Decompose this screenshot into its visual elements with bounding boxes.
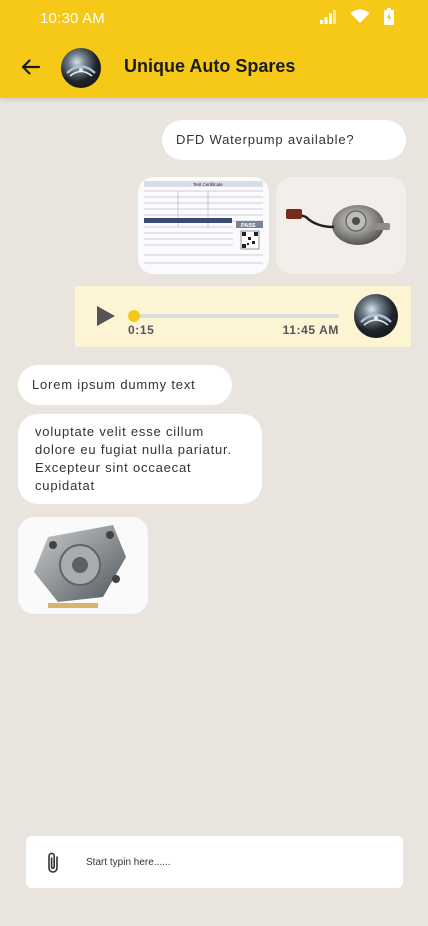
audio-scrubber-handle[interactable] — [128, 310, 140, 322]
message-timestamp: 11:45 AM — [282, 323, 339, 337]
message-input[interactable] — [86, 848, 386, 876]
contact-name[interactable]: Unique Auto Spares — [124, 56, 295, 77]
status-bar: 10:30 AM — [0, 0, 428, 38]
message-composer — [26, 836, 403, 888]
image-attachment-certificate[interactable]: Test Certificate PASS — [138, 177, 269, 274]
audio-elapsed: 0:15 — [128, 323, 155, 337]
back-arrow-icon[interactable] — [18, 54, 44, 80]
message-bubble-incoming[interactable]: voluptate velit esse cillum dolore eu fu… — [18, 414, 262, 504]
app-header: 10:30 AM Unique Auto Spares — [0, 0, 428, 98]
audio-progress-track[interactable] — [129, 314, 339, 318]
image-attachment-water-pump[interactable] — [276, 177, 406, 274]
certificate-stamp: PASS — [241, 223, 256, 229]
certificate-title: Test Certificate — [193, 182, 223, 187]
water-pump-part-icon — [286, 205, 390, 245]
car-logo-icon — [66, 65, 96, 77]
sender-avatar — [354, 294, 398, 338]
status-icons — [320, 8, 394, 25]
voice-message: 0:15 11:45 AM — [75, 286, 411, 347]
message-text: voluptate velit esse cillum dolore eu fu… — [35, 424, 232, 493]
message-bubble-outgoing[interactable]: DFD Waterpump available? — [162, 120, 406, 160]
status-time: 10:30 AM — [40, 10, 105, 27]
wifi-icon — [350, 9, 370, 23]
message-text: Lorem ipsum dummy text — [32, 377, 196, 392]
message-text: DFD Waterpump available? — [176, 132, 355, 147]
signal-icon — [320, 9, 336, 24]
image-attachment-water-pump[interactable] — [18, 517, 148, 614]
play-icon[interactable] — [97, 306, 115, 326]
attachment-paperclip-icon[interactable] — [44, 851, 64, 875]
water-pump-part-icon — [34, 525, 126, 608]
contact-avatar[interactable] — [61, 48, 101, 88]
message-bubble-incoming[interactable]: Lorem ipsum dummy text — [18, 365, 232, 405]
document-certificate-icon: Test Certificate PASS — [138, 177, 269, 274]
car-logo-icon — [360, 313, 392, 326]
battery-charging-icon — [384, 8, 394, 25]
